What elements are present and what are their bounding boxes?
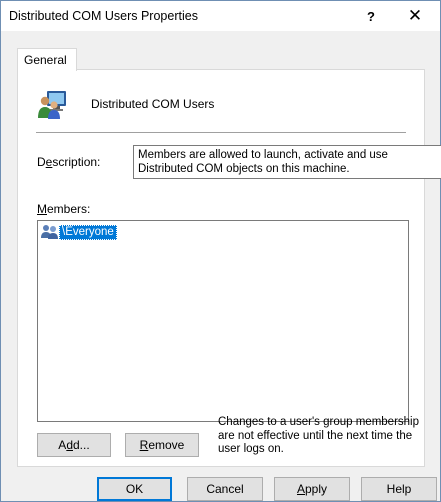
group-name: Distributed COM Users — [91, 97, 215, 111]
add-button[interactable]: Ad d... — [37, 433, 111, 457]
description-line-2: Distributed COM objects on this machine. — [138, 163, 350, 175]
close-button[interactable]: ✕ — [397, 1, 433, 31]
properties-dialog: Distributed COM Users Properties ? ✕ Gen… — [0, 0, 441, 502]
users-monitor-icon — [38, 91, 66, 119]
members-list[interactable]: \Everyone — [37, 220, 409, 422]
window-title: Distributed COM Users Properties — [9, 9, 198, 23]
members-label: Members: — [37, 202, 91, 216]
tab-general-label: General — [24, 53, 67, 67]
tab-general[interactable]: General — [17, 48, 77, 71]
help-button[interactable]: ? — [353, 1, 389, 31]
help-dialog-button[interactable]: Help — [361, 477, 437, 501]
description-field[interactable]: Members are allowed to launch, activate … — [133, 145, 441, 179]
list-item[interactable]: \Everyone — [41, 224, 117, 240]
ok-button[interactable]: OK — [97, 477, 172, 501]
title-bar[interactable]: Distributed COM Users Properties ? ✕ — [1, 1, 440, 31]
membership-note: Changes to a user's group membership are… — [218, 416, 419, 455]
apply-button[interactable]: Apply — [274, 477, 350, 501]
general-tab-panel: Distributed COM Users Description: Membe… — [17, 69, 441, 467]
description-line-1: Members are allowed to launch, activate … — [138, 149, 388, 161]
separator — [36, 132, 406, 133]
users-icon — [41, 225, 58, 239]
member-name: \Everyone — [59, 224, 117, 240]
description-label: Description: — [37, 155, 101, 169]
remove-button[interactable]: Remove — [125, 433, 199, 457]
cancel-button[interactable]: Cancel — [187, 477, 263, 501]
